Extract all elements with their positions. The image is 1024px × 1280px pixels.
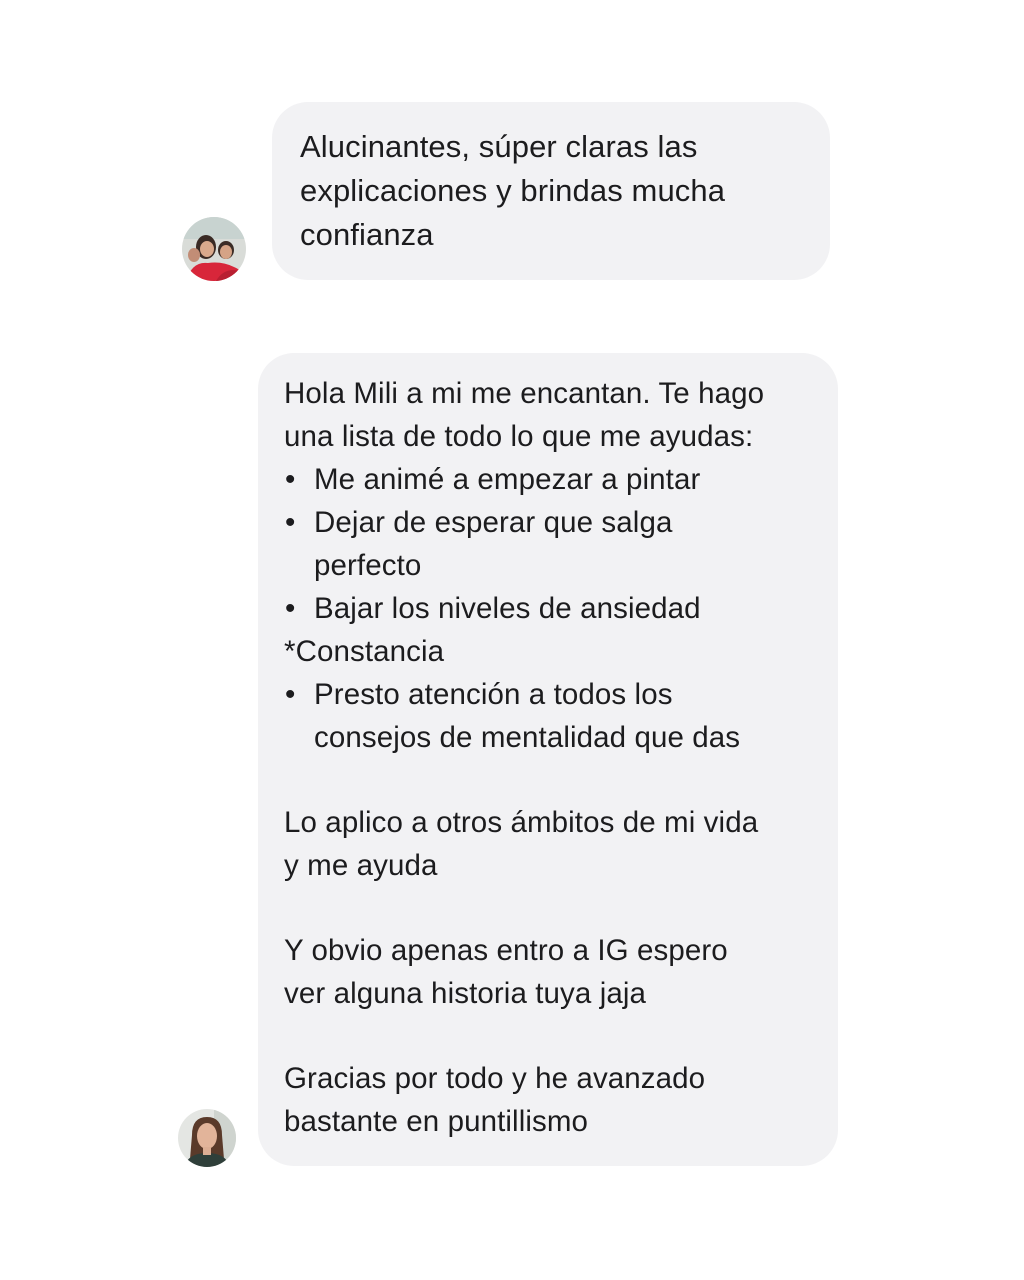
list-item: • Presto atención a todos los consejos d… — [284, 673, 814, 759]
message-text-line: *Constancia — [284, 635, 445, 668]
message-text-line: Lo aplico a otros ámbitos de mi vida — [284, 806, 759, 839]
message-text-line: Alucinantes, súper claras las — [300, 129, 698, 164]
message-bubble[interactable]: Hola Mili a mi me encantan. Te hago una … — [258, 353, 838, 1166]
bullet-icon: • — [285, 592, 296, 625]
message-text-line: y me ayuda — [284, 849, 438, 882]
list-item: • Bajar los niveles de ansiedad — [284, 587, 814, 630]
sender-avatar[interactable] — [178, 1109, 236, 1167]
message-bubble[interactable]: Alucinantes, súper claras las explicacio… — [272, 102, 830, 280]
list-item-text: Dejar de esperar que salga — [314, 506, 673, 539]
bullet-icon: • — [285, 463, 296, 496]
message-text-line: una lista de todo lo que me ayudas: — [284, 420, 754, 453]
list-item: • Dejar de esperar que salga perfecto — [284, 501, 814, 587]
list-item-text: Presto atención a todos los — [314, 678, 673, 711]
message-text-line: Hola Mili a mi me encantan. Te hago — [284, 377, 765, 410]
message-text-line: Y obvio apenas entro a IG espero — [284, 934, 728, 967]
message-text-line: confianza — [300, 217, 434, 252]
sender-avatar[interactable] — [182, 217, 246, 281]
list-item: • Me animé a empezar a pintar — [284, 458, 814, 501]
list-item-text: consejos de mentalidad que das — [314, 721, 741, 754]
message-text-line: bastante en puntillismo — [284, 1105, 589, 1138]
avatar-photo-icon — [182, 217, 246, 281]
message-thread: Alucinantes, súper claras las explicacio… — [0, 0, 1024, 1280]
bullet-icon: • — [285, 506, 296, 539]
list-item-text: Me animé a empezar a pintar — [314, 463, 701, 496]
message-text-line: Gracias por todo y he avanzado — [284, 1062, 706, 1095]
list-item-text: perfecto — [314, 549, 422, 582]
message-text-line: ver alguna historia tuya jaja — [284, 977, 647, 1010]
bullet-icon: • — [285, 678, 296, 711]
message-text-line: explicaciones y brindas mucha — [300, 173, 726, 208]
list-item-text: Bajar los niveles de ansiedad — [314, 592, 701, 625]
avatar-photo-icon — [178, 1109, 236, 1167]
